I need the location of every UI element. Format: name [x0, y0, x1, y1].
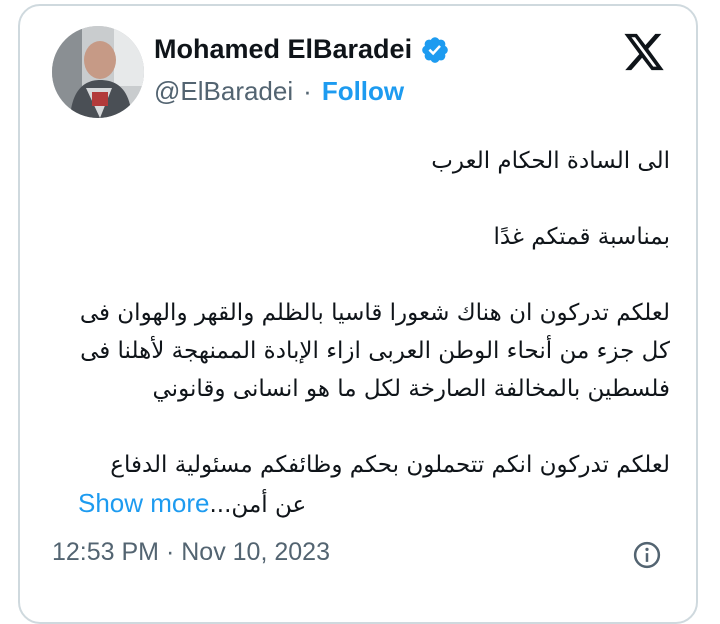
- tweet-text: الى السادة الحكام العرب بمناسبة قمتكم غد…: [70, 142, 670, 524]
- tweet-line: لعلكم تدركون ان هناك شعورا قاسيا بالظلم …: [79, 300, 670, 326]
- author-handle[interactable]: @ElBaradei: [154, 76, 293, 107]
- tweet-line: كل جزء من أنحاء الوطن العربى ازاء الإباد…: [80, 338, 670, 364]
- tweet-line: الى السادة الحكام العرب: [431, 148, 670, 174]
- author-handle-row: @ElBaradei · Follow: [154, 76, 404, 107]
- tweet-last-line: عن أمن... Show more: [70, 484, 670, 524]
- tweet-truncated-text: عن أمن...: [209, 492, 307, 518]
- tweet-time: 12:53 PM: [52, 538, 160, 566]
- tweet-timestamp[interactable]: 12:53 PM · Nov 10, 2023: [52, 538, 330, 567]
- avatar[interactable]: [52, 26, 144, 118]
- author-name[interactable]: Mohamed ElBaradei: [154, 34, 412, 65]
- avatar-photo-icon: [52, 26, 144, 118]
- author-name-row: Mohamed ElBaradei: [154, 34, 450, 65]
- tweet-line: بمناسبة قمتكم غدًا: [493, 224, 670, 250]
- info-icon[interactable]: [632, 540, 662, 570]
- tweet-date: Nov 10, 2023: [181, 538, 330, 566]
- x-logo-icon[interactable]: [622, 32, 666, 72]
- timestamp-separator: ·: [165, 538, 175, 566]
- tweet-line: لعلكم تدركون انكم تتحملون بحكم وظائفكم م…: [110, 452, 670, 478]
- show-more-link[interactable]: Show more: [78, 484, 210, 522]
- handle-separator: ·: [303, 76, 312, 106]
- verified-badge-icon: [422, 36, 448, 63]
- tweet-line: فلسطين بالمخالفة الصارخة لكل ما هو انسان…: [152, 376, 671, 402]
- follow-button[interactable]: Follow: [322, 76, 404, 107]
